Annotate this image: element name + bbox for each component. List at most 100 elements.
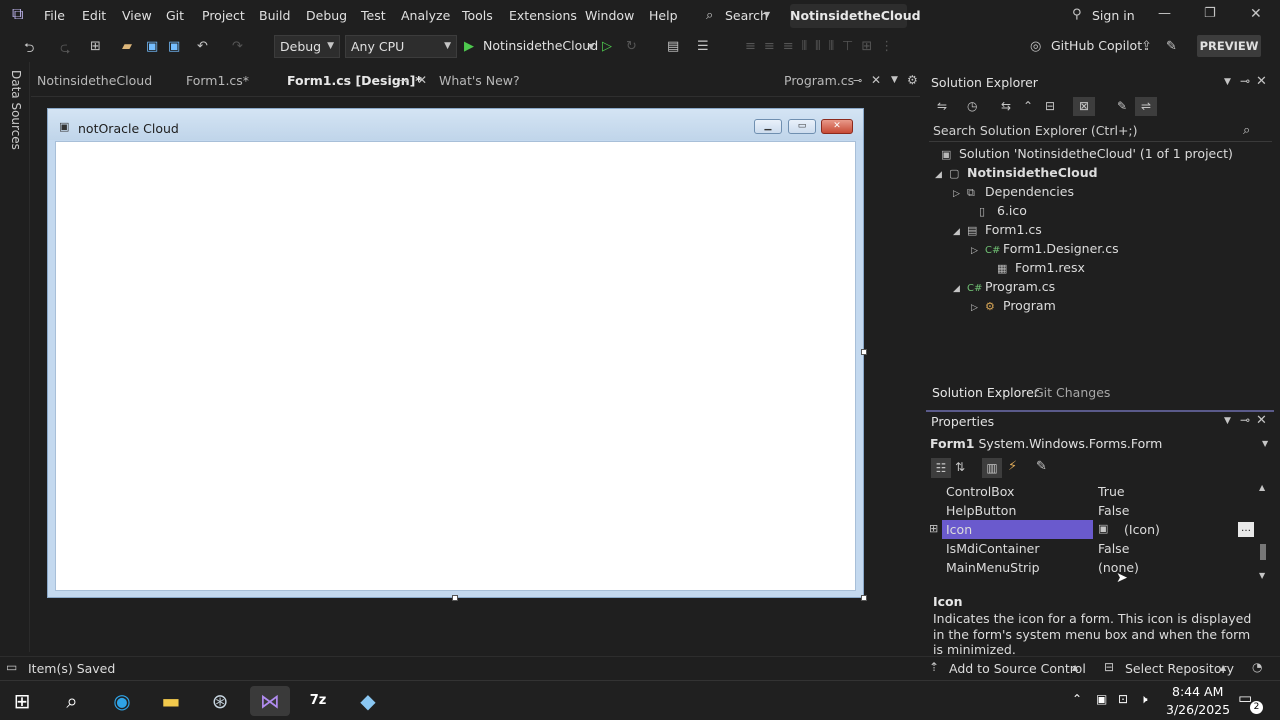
- categorized-icon[interactable]: ☷: [931, 458, 951, 478]
- panel-menu-icon[interactable]: ▼: [1224, 78, 1231, 87]
- add-to-source-control-button[interactable]: Add to Source Control: [949, 661, 1086, 676]
- tree-item-dependencies[interactable]: ▷ ⧉ Dependencies: [953, 184, 1074, 200]
- select-repository-button[interactable]: Select Repository: [1125, 661, 1234, 676]
- windows-start-icon[interactable]: ⊞: [2, 686, 42, 716]
- search-icon[interactable]: ⌕: [52, 686, 92, 716]
- share-icon[interactable]: ⇪: [1141, 39, 1152, 54]
- steam-icon[interactable]: ⊛: [200, 686, 240, 716]
- resize-handle-corner[interactable]: [861, 595, 867, 601]
- prop-row-controlbox[interactable]: ControlBox True: [929, 482, 1255, 501]
- sign-in-button[interactable]: Sign in: [1092, 8, 1135, 23]
- tree-item-project[interactable]: ◢ ▢ NotinsidetheCloud: [935, 165, 1098, 180]
- properties-object-selector[interactable]: Form1 System.Windows.Forms.Form: [930, 436, 1162, 451]
- collapse-all-icon[interactable]: ⊟: [1045, 100, 1055, 112]
- pin-icon[interactable]: ⊸: [1240, 414, 1250, 426]
- property-pages-icon[interactable]: ✎: [1036, 460, 1047, 473]
- pin-icon[interactable]: ⊸: [853, 75, 862, 86]
- tree-item-form1-cs[interactable]: ◢ ▤ Form1.cs: [953, 222, 1042, 237]
- tree-item-solution[interactable]: ▣ Solution 'NotinsidetheCloud' (1 of 1 pr…: [941, 146, 1233, 161]
- menu-help[interactable]: Help: [649, 8, 678, 23]
- 7zip-icon[interactable]: 7z: [298, 686, 338, 716]
- gear-icon[interactable]: ⚙: [907, 74, 918, 86]
- start-debugging-icon[interactable]: ▶: [464, 39, 474, 54]
- chevron-down-icon[interactable]: ▼: [588, 42, 594, 51]
- preview-selected-icon[interactable]: ⇌: [1135, 97, 1157, 116]
- platform-select[interactable]: Any CPU ▼: [345, 35, 457, 58]
- tray-chevron-up-icon[interactable]: ⌃: [1072, 693, 1082, 705]
- open-folder-icon[interactable]: ▰: [122, 39, 132, 54]
- tree-item-6-ico[interactable]: ▯ 6.ico: [967, 203, 1027, 218]
- ellipsis-button[interactable]: …: [1238, 522, 1254, 537]
- clock-date[interactable]: 3/26/2025: [1166, 702, 1230, 717]
- tree-item-form1-resx[interactable]: ▦ Form1.resx: [985, 260, 1085, 275]
- edge-browser-icon[interactable]: ◉: [102, 686, 142, 716]
- pin-icon[interactable]: ⊸: [399, 75, 408, 86]
- tab-git-changes[interactable]: Git Changes: [1034, 385, 1110, 400]
- prop-row-mainmenustrip[interactable]: MainMenuStrip (none): [929, 558, 1255, 577]
- up-icon[interactable]: ⌃: [1023, 100, 1033, 112]
- alphabetical-icon[interactable]: ⇅: [955, 461, 965, 473]
- menu-edit[interactable]: Edit: [82, 8, 106, 23]
- new-item-icon[interactable]: ⊞: [90, 39, 101, 54]
- menu-project[interactable]: Project: [202, 8, 245, 23]
- visual-studio-icon[interactable]: ⋈: [250, 686, 290, 716]
- github-copilot-button[interactable]: GitHub Copilot: [1051, 38, 1142, 53]
- hot-reload-icon[interactable]: ↻: [626, 39, 637, 54]
- tree-item-program-cs[interactable]: ◢ C# Program.cs: [953, 279, 1055, 294]
- properties-wrench-icon[interactable]: ✎: [1117, 100, 1127, 112]
- scroll-thumb[interactable]: [1260, 544, 1266, 560]
- tree-item-form1-designer[interactable]: ▷ C# Form1.Designer.cs: [971, 241, 1119, 256]
- expand-property-icon[interactable]: ⊞: [929, 523, 938, 534]
- prop-row-ismdicontainer[interactable]: IsMdiContainer False: [929, 539, 1255, 558]
- data-sources-tab[interactable]: Data Sources: [9, 70, 23, 150]
- menu-view[interactable]: View: [122, 8, 152, 23]
- tab-whats-new[interactable]: What's New?: [439, 73, 520, 88]
- menu-analyze[interactable]: Analyze: [401, 8, 450, 23]
- menu-build[interactable]: Build: [259, 8, 290, 23]
- configuration-select[interactable]: Debug ▼: [274, 35, 340, 58]
- close-panel-icon[interactable]: ✕: [1256, 414, 1267, 427]
- preview-badge[interactable]: PREVIEW: [1197, 35, 1261, 57]
- pin-icon[interactable]: ⊸: [1240, 75, 1250, 87]
- history-icon[interactable]: ◷: [967, 100, 977, 112]
- undo-icon[interactable]: ↶: [197, 39, 208, 54]
- close-panel-icon[interactable]: ✕: [1256, 75, 1267, 88]
- scroll-up-icon[interactable]: ▲: [1259, 484, 1265, 492]
- browse-icon[interactable]: ▤: [667, 39, 679, 54]
- feedback-icon[interactable]: ✎: [1166, 39, 1177, 54]
- tab-solution-explorer[interactable]: Solution Explorer: [932, 385, 1039, 400]
- form-client-area[interactable]: [55, 141, 856, 591]
- file-explorer-icon[interactable]: ▬: [151, 686, 191, 716]
- menu-file[interactable]: File: [44, 8, 65, 23]
- tree-item-program-class[interactable]: ▷ ⚙ Program: [971, 298, 1056, 313]
- menu-tools[interactable]: Tools: [462, 8, 493, 23]
- tab-form1-cs[interactable]: Form1.cs*: [186, 73, 249, 88]
- prop-row-icon[interactable]: ⊞ Icon ▣ (Icon) …: [929, 520, 1255, 539]
- visual-studio-logo-icon[interactable]: ⧉: [12, 6, 23, 22]
- run-target-button[interactable]: NotinsidetheCloud: [483, 38, 598, 53]
- solution-search-input[interactable]: Search Solution Explorer (Ctrl+;) ⌕: [929, 121, 1272, 142]
- start-without-debugging-icon[interactable]: ▷: [602, 39, 612, 54]
- resize-handle-right[interactable]: [861, 349, 867, 355]
- save-icon[interactable]: ▣: [146, 39, 158, 54]
- network-icon[interactable]: ⊡: [1118, 693, 1128, 705]
- panel-menu-icon[interactable]: ▼: [1224, 417, 1231, 426]
- redo-icon[interactable]: ↷: [232, 39, 243, 54]
- close-icon[interactable]: ✕: [1250, 7, 1262, 21]
- menu-git[interactable]: Git: [166, 8, 184, 23]
- tab-notinsidethecloud[interactable]: NotinsidetheCloud: [37, 73, 152, 88]
- tab-list-icon[interactable]: ▼: [891, 76, 898, 85]
- forward-icon[interactable]: ⮎: [60, 39, 70, 61]
- layout-icon[interactable]: ☰: [697, 39, 709, 54]
- chevron-down-icon[interactable]: ▼: [1262, 440, 1268, 448]
- menu-window[interactable]: Window: [585, 8, 634, 23]
- back-forward-icon[interactable]: ⇆: [1001, 100, 1011, 112]
- restore-icon[interactable]: ❐: [1204, 7, 1216, 20]
- close-tab-icon[interactable]: ✕: [417, 74, 427, 86]
- events-lightning-icon[interactable]: ⚡: [1008, 460, 1017, 473]
- search-button[interactable]: ⌕ Search ▼: [700, 4, 780, 28]
- prop-row-helpbutton[interactable]: HelpButton False: [929, 501, 1255, 520]
- close-tab-icon[interactable]: ✕: [871, 74, 881, 86]
- properties-view-icon[interactable]: ▥: [982, 458, 1002, 478]
- tab-program-cs[interactable]: Program.cs: [784, 73, 854, 88]
